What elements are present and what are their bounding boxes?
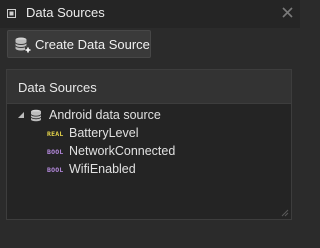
- tree-item-battery-level[interactable]: REAL BatteryLevel: [47, 126, 267, 142]
- data-sources-panel: Data Sources Android data source REAL Ba…: [6, 69, 292, 220]
- database-icon: [30, 109, 42, 122]
- panel-header: Data Sources: [7, 70, 291, 104]
- pin-icon[interactable]: [6, 8, 17, 19]
- panel-header-label: Data Sources: [18, 80, 97, 95]
- window-titlebar: Data Sources: [0, 0, 300, 28]
- type-tag-bool: BOOL: [47, 148, 64, 156]
- tree-item-label: Android data source: [49, 108, 161, 122]
- tree-item-android-data-source[interactable]: Android data source: [17, 108, 257, 124]
- expand-arrow-icon[interactable]: [17, 111, 25, 119]
- resize-grip-icon[interactable]: [279, 207, 289, 217]
- database-add-icon: [15, 37, 31, 53]
- tree-item-network-connected[interactable]: BOOL NetworkConnected: [47, 144, 267, 160]
- type-tag-bool: BOOL: [47, 166, 64, 174]
- tree-item-label: BatteryLevel: [69, 126, 139, 140]
- tree-item-label: WifiEnabled: [69, 162, 136, 176]
- tree-item-wifi-enabled[interactable]: BOOL WifiEnabled: [47, 162, 267, 178]
- tree-item-label: NetworkConnected: [69, 144, 176, 158]
- close-icon[interactable]: [282, 7, 293, 18]
- create-data-source-label: Create Data Source: [35, 37, 150, 52]
- window-title: Data Sources: [26, 5, 105, 20]
- type-tag-real: REAL: [47, 130, 64, 138]
- create-data-source-button[interactable]: Create Data Source: [7, 30, 151, 58]
